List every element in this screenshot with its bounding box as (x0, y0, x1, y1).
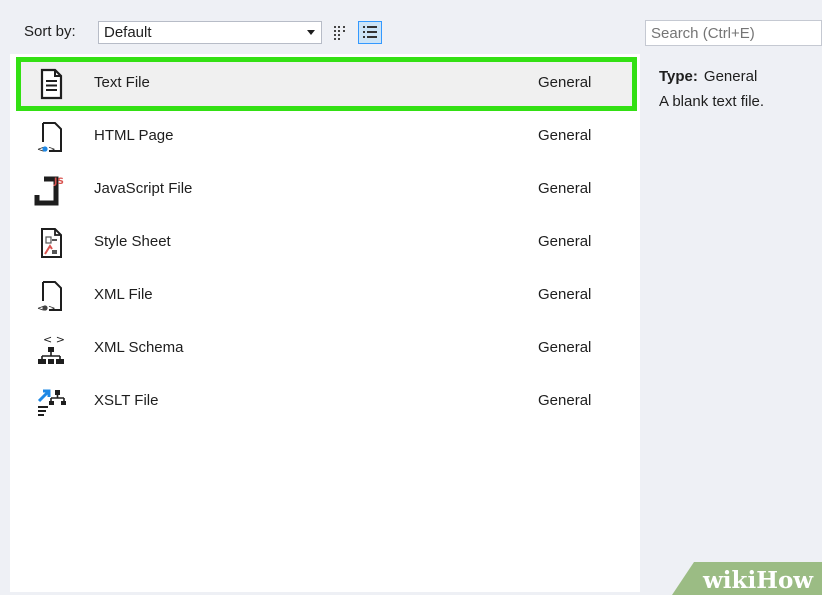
template-list: Text File General < > HTML Page General … (10, 54, 640, 592)
template-name: Style Sheet (94, 233, 171, 250)
template-description: A blank text file. (659, 93, 765, 110)
svg-text:< >: < > (43, 333, 65, 346)
template-category: General (538, 180, 592, 197)
template-name: XML Schema (94, 339, 184, 356)
chevron-down-icon (307, 30, 315, 35)
svg-text:JS: JS (53, 177, 64, 187)
type-value: General (703, 68, 758, 85)
html-page-icon: < > (37, 122, 62, 154)
search-input[interactable] (645, 20, 822, 46)
selection-highlight-box (16, 57, 637, 111)
sort-by-label: Sort by: (24, 23, 76, 40)
window-frame-top (0, 0, 822, 10)
window-frame-left (0, 0, 10, 595)
xslt-file-icon (37, 389, 66, 416)
template-row-xml-schema[interactable]: < > XML Schema General (18, 324, 634, 374)
template-row-xml-file[interactable]: < > XML File General (18, 271, 634, 321)
template-name: HTML Page (94, 127, 174, 144)
template-category: General (538, 233, 592, 250)
wikihow-watermark-text: wikiHow (703, 567, 814, 594)
template-row-xslt-file[interactable]: XSLT File General (18, 377, 634, 427)
template-category: General (538, 127, 592, 144)
template-category: General (538, 392, 592, 409)
template-name: JavaScript File (94, 180, 193, 197)
template-category: General (538, 286, 592, 303)
list-view-icon (363, 26, 377, 38)
template-name: XSLT File (94, 392, 159, 409)
template-row-style-sheet[interactable]: Style Sheet General (18, 218, 634, 268)
type-label: Type: (659, 68, 698, 85)
small-icons-view-icon (334, 26, 345, 40)
type-line: Type: General (659, 68, 757, 85)
template-row-javascript-file[interactable]: JS JavaScript File General (18, 165, 634, 215)
svg-text:>: > (48, 304, 56, 313)
details-pane: Type: General A blank text file. (640, 54, 822, 592)
javascript-file-icon: JS (34, 176, 64, 206)
list-view-button[interactable] (358, 21, 382, 44)
toolbar: Sort by: Default (10, 10, 640, 54)
sort-by-dropdown[interactable]: Default (98, 21, 322, 44)
xml-file-icon: < > (37, 281, 62, 313)
template-category: General (538, 339, 592, 356)
template-row-html-page[interactable]: < > HTML Page General (18, 112, 634, 162)
template-name: XML File (94, 286, 153, 303)
svg-text:>: > (48, 145, 56, 154)
sort-by-value: Default (104, 24, 152, 41)
small-icons-view-button[interactable] (328, 21, 352, 44)
style-sheet-icon (41, 228, 62, 258)
xml-schema-icon: < > (38, 333, 65, 364)
